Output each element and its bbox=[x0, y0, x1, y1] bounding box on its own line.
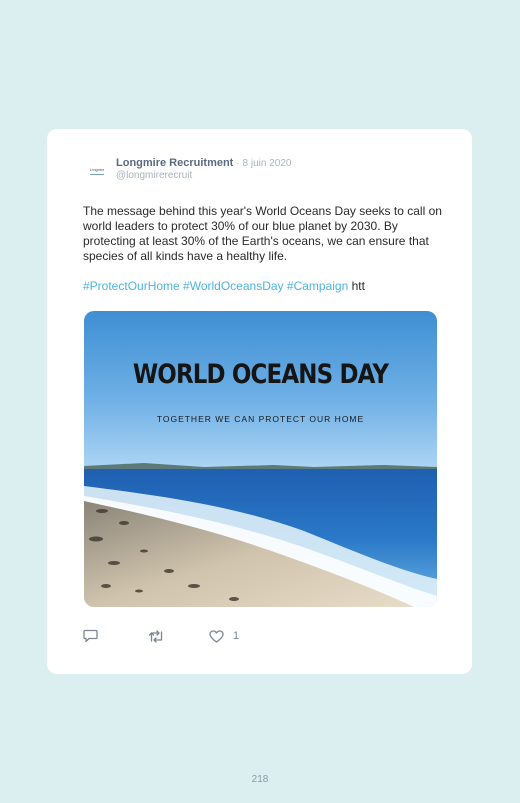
tweet-text: The message behind this year's World Oce… bbox=[83, 204, 442, 263]
media-title: WORLD OCEANS DAY bbox=[132, 359, 389, 390]
tweet-card: Longmire Longmire Recruitment · 8 juin 2… bbox=[47, 129, 472, 674]
author-meta: Longmire Recruitment · 8 juin 2020 @long… bbox=[116, 157, 291, 182]
tweet-actions: 1 bbox=[83, 629, 239, 643]
avatar[interactable]: Longmire bbox=[83, 158, 111, 186]
tweet-header: Longmire Longmire Recruitment · 8 juin 2… bbox=[83, 157, 291, 186]
retweet-button[interactable] bbox=[148, 629, 165, 643]
avatar-logo-text: Longmire bbox=[89, 169, 105, 175]
name-row: Longmire Recruitment · 8 juin 2020 bbox=[116, 157, 291, 170]
tweet-date[interactable]: · 8 juin 2020 bbox=[236, 158, 291, 169]
author-handle[interactable]: @longmirerecruit bbox=[116, 170, 291, 182]
hashtag-world-oceans-day[interactable]: #WorldOceansDay bbox=[183, 279, 284, 293]
page-number: 218 bbox=[251, 774, 269, 785]
hashtag-campaign[interactable]: #Campaign bbox=[287, 279, 348, 293]
hashtag-line: #ProtectOurHome #WorldOceansDay #Campaig… bbox=[83, 279, 365, 293]
heart-icon bbox=[209, 629, 224, 643]
reply-button[interactable] bbox=[83, 629, 98, 643]
truncated-link[interactable]: htt bbox=[352, 279, 365, 293]
like-count: 1 bbox=[233, 630, 240, 642]
media-subtitle: TOGETHER WE CAN PROTECT OUR HOME bbox=[156, 414, 365, 424]
beach-illustration bbox=[84, 463, 437, 607]
like-button[interactable]: 1 bbox=[209, 629, 240, 643]
comment-icon bbox=[83, 629, 98, 643]
tweet-media-image[interactable]: WORLD OCEANS DAY TOGETHER WE CAN PROTECT… bbox=[84, 311, 437, 607]
hashtag-protect-our-home[interactable]: #ProtectOurHome bbox=[83, 279, 180, 293]
retweet-icon bbox=[148, 629, 163, 643]
author-name[interactable]: Longmire Recruitment bbox=[116, 157, 233, 169]
